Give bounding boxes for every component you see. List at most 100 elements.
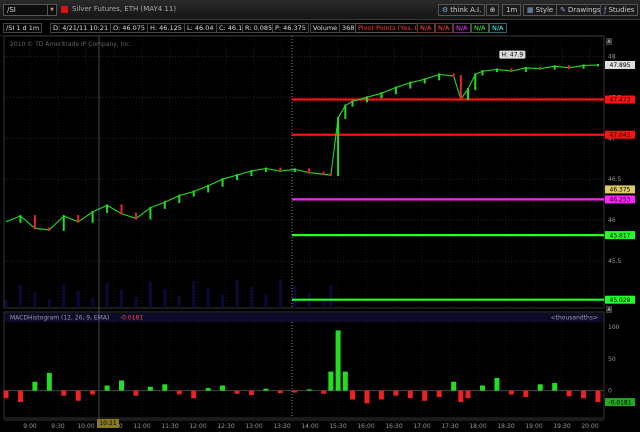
zoom-icon[interactable]: ⊕ (486, 4, 499, 16)
symbol-text: /SI (7, 6, 16, 14)
price-candle (91, 210, 94, 223)
pivot-level-label: 47.043 (610, 132, 631, 139)
time-tick-label: 17:30 (441, 423, 458, 430)
bar-high: H: 46.125 (147, 23, 185, 33)
think-ai-button[interactable]: ⚙ think A.I. (438, 4, 486, 16)
last-price-label: 47.895 (610, 62, 631, 69)
macd-bar (378, 390, 384, 400)
price-candle (495, 68, 498, 73)
macd-bar (191, 390, 197, 399)
macd-bar (162, 384, 168, 391)
macd-units-label: <thousandths> (551, 315, 598, 322)
price-candle (582, 64, 585, 69)
price-candle (279, 167, 282, 172)
price-tick-label: 46 (608, 217, 616, 224)
macd-bar (458, 390, 464, 403)
pivot-pp-value: N/A (453, 23, 471, 33)
macd-bar (17, 390, 23, 403)
macd-bar (479, 385, 485, 391)
price-candle (459, 75, 462, 100)
macd-bar (263, 388, 269, 391)
pivot-s2-value: N/A (489, 23, 507, 33)
high-marker-label: H: 47.9 (501, 52, 523, 59)
macd-bar (234, 390, 240, 394)
macd-bar (46, 372, 52, 391)
macd-panel[interactable] (3, 311, 605, 419)
pivot-s1-value: N/A (471, 23, 489, 33)
macd-bar (104, 385, 110, 391)
link-color-icon[interactable] (61, 6, 68, 13)
time-tick-label: 13:00 (245, 423, 262, 430)
price-candle (438, 73, 441, 81)
price-chart[interactable]: MACDHistogram (12, 26, 9, EMA) -0.0181 <th… (0, 0, 640, 432)
pivot-r1-value: N/A (435, 23, 453, 33)
volume-bar (249, 287, 253, 308)
price-candle (568, 65, 571, 69)
macd-bar (119, 380, 125, 391)
volume-bar (322, 300, 326, 308)
drawings-button[interactable]: ✎ Drawings (556, 4, 605, 16)
time-tick-label: 11:30 (161, 423, 178, 430)
price-candle (149, 206, 152, 220)
volume-bar (177, 296, 181, 308)
price-candle (221, 178, 224, 187)
macd-bar (32, 381, 38, 391)
price-tick-label: 48 (608, 53, 616, 60)
time-tick-label: 18:30 (497, 423, 514, 430)
macd-bar (465, 390, 471, 399)
pivot-level-label: 45.028 (610, 297, 631, 304)
macd-bar (342, 371, 348, 391)
macd-bar (3, 390, 9, 399)
macd-last-label: -0.0181 (608, 399, 631, 406)
collapse-panel-icon[interactable]: ▲ (606, 38, 612, 45)
macd-bar (537, 384, 543, 391)
pivot-level-label: 45.817 (610, 232, 631, 239)
chevron-down-icon[interactable]: ▼ (47, 5, 56, 15)
symbol-timeframe[interactable]: /SI 1 d 1m (3, 23, 43, 33)
macd-value-label: -0.0181 (120, 315, 143, 322)
time-tick-label: 15:30 (329, 423, 346, 430)
time-tick-label: 19:30 (553, 423, 570, 430)
time-tick-label: 20:00 (581, 423, 598, 430)
info-bar: /SI 1 d 1m D: 4/21/11 10:21 AM O: 46.075… (0, 20, 604, 36)
style-button[interactable]: ▦ Style (523, 4, 558, 16)
volume-bar (221, 295, 225, 308)
interval-button[interactable]: 1m (502, 4, 522, 16)
volume-bar (264, 294, 268, 308)
price-candle (207, 184, 210, 193)
volume-bar (33, 292, 37, 308)
macd-bar (523, 390, 529, 397)
time-tick-label: 16:00 (357, 423, 374, 430)
macd-tick-label: 50 (608, 356, 616, 363)
symbol-description: Silver Futures, ETH (MAY4 11) (72, 5, 177, 13)
time-tick-label: 16:30 (385, 423, 402, 430)
price-candle (192, 190, 195, 197)
time-tick-label: 11:00 (133, 423, 150, 430)
macd-bar (350, 390, 356, 400)
macd-study-label: MACDHistogram (12, 26, 9, EMA) (10, 315, 109, 322)
collapse-subpanel-icon[interactable]: ▲ (606, 306, 612, 313)
price-candle (452, 73, 455, 78)
volume-bar (278, 279, 282, 308)
macd-tick-label: 0 (608, 388, 612, 395)
gear-icon: ⚙ (442, 6, 449, 14)
symbol-input[interactable]: /SI ▼ (3, 4, 57, 16)
current-price-label: 46.375 (610, 187, 631, 194)
macd-bar (61, 390, 67, 396)
price-candle (77, 215, 80, 223)
time-tick-label: 18:00 (469, 423, 486, 430)
volume-bar (47, 299, 51, 308)
macd-tick-label: 100 (608, 324, 620, 331)
studies-icon: ƒ (604, 6, 607, 14)
macd-bar (176, 390, 182, 395)
price-candle (474, 73, 477, 91)
volume-bar (235, 280, 239, 308)
macd-bar (595, 390, 601, 403)
style-icon: ▦ (527, 6, 534, 14)
price-candle (394, 86, 397, 95)
macd-bar (552, 383, 558, 391)
toolbar: /SI ▼ Silver Futures, ETH (MAY4 11) ⚙ thi… (0, 0, 640, 20)
studies-button[interactable]: ƒ Studies (600, 4, 639, 16)
price-candle (423, 78, 426, 84)
price-candle (120, 204, 123, 215)
